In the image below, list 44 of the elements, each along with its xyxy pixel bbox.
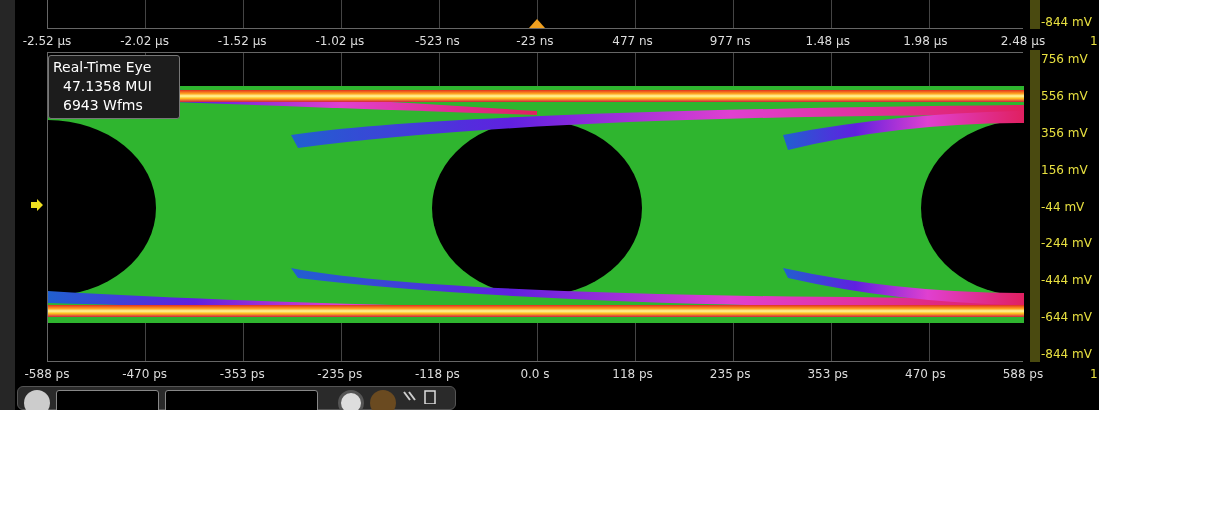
time-label: 477 ns (611, 33, 654, 48)
scale-bar (1030, 0, 1040, 29)
time-label: 118 ps (611, 366, 654, 381)
time-label: -353 ps (218, 366, 266, 381)
round-button[interactable] (24, 390, 50, 410)
time-label: -1.52 µs (216, 33, 268, 48)
input-field[interactable] (56, 390, 159, 410)
time-label: 470 ps (904, 366, 947, 381)
voltage-label: -244 mV (1041, 236, 1093, 251)
time-label: -2.52 µs (21, 33, 73, 48)
time-label: -235 ps (316, 366, 364, 381)
trigger-position-icon[interactable] (529, 19, 545, 28)
voltage-label: 756 mV (1041, 52, 1089, 66)
voltage-label: -44 mV (1041, 199, 1086, 214)
time-label: 2.48 µs (999, 33, 1047, 48)
time-label: -2.02 µs (119, 33, 170, 48)
voltage-label: -444 mV (1041, 273, 1093, 288)
time-label: -1.02 µs (314, 33, 366, 48)
time-label: -523 ns (413, 33, 461, 48)
readout-title: Real-Time Eye (53, 58, 153, 77)
time-label: -588 ps (23, 366, 71, 381)
voltage-label: -844 mV (1041, 347, 1093, 361)
time-label: 235 ps (708, 366, 752, 381)
time-label: -23 ns (515, 33, 555, 48)
voltage-label: 556 mV (1041, 88, 1089, 103)
time-label: -470 ps (121, 366, 169, 381)
readout-value: 47.1358 MUI (62, 77, 153, 96)
voltage-label: -644 mV (1041, 310, 1093, 325)
input-field[interactable] (165, 390, 318, 410)
time-label: 353 ps (806, 366, 850, 381)
time-label: -118 ps (413, 366, 461, 381)
time-label: 977 ns (708, 33, 752, 48)
channel-marker: 1 (1090, 33, 1098, 48)
voltage-label: 356 mV (1041, 125, 1089, 140)
time-label: 588 ps (1001, 366, 1045, 381)
time-label: 1.48 µs (804, 33, 851, 48)
round-button[interactable] (338, 390, 364, 410)
time-label: 1.98 µs (902, 33, 949, 48)
voltage-label: 156 mV (1041, 162, 1089, 177)
level-marker-icon[interactable] (30, 197, 44, 213)
readout-value: 6943 Wfms (62, 96, 144, 115)
voltage-label: -844 mV (1041, 15, 1093, 29)
time-label: 0.0 s (519, 366, 551, 381)
channel-marker: 1 (1090, 366, 1098, 381)
